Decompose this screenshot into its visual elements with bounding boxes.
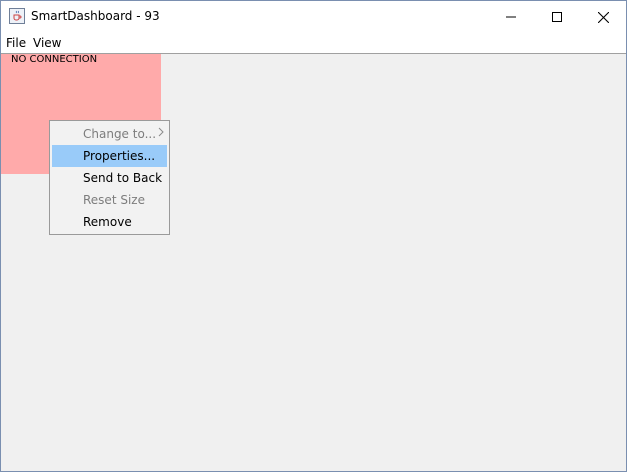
menu-item-send-to-back[interactable]: Send to Back <box>52 167 167 189</box>
menu-item-label: Remove <box>83 215 132 229</box>
menu-item-change-to[interactable]: Change to... <box>52 123 167 145</box>
close-icon <box>597 11 609 23</box>
menu-bar: File View <box>1 33 626 54</box>
window-title: SmartDashboard - 93 <box>31 9 160 23</box>
java-coffee-icon[interactable] <box>9 8 25 24</box>
menu-item-properties[interactable]: Properties... <box>52 145 167 167</box>
menu-view[interactable]: View <box>33 36 61 50</box>
maximize-icon <box>552 12 562 22</box>
minimize-icon <box>506 16 516 18</box>
menu-item-label: Reset Size <box>83 193 145 207</box>
menu-item-label: Properties... <box>83 149 156 163</box>
chevron-right-icon <box>158 127 164 137</box>
menu-item-reset-size[interactable]: Reset Size <box>52 189 167 211</box>
menu-item-label: Change to... <box>83 127 157 141</box>
menu-file[interactable]: File <box>6 36 26 50</box>
menu-item-remove[interactable]: Remove <box>52 211 167 233</box>
menu-item-label: Send to Back <box>83 171 163 185</box>
title-bar[interactable]: SmartDashboard - 93 <box>1 1 626 33</box>
smartdashboard-window: SmartDashboard - 93 File View NO CONNECT… <box>0 0 627 472</box>
maximize-button[interactable] <box>534 1 580 33</box>
connection-status-text: NO CONNECTION <box>11 54 98 65</box>
dashboard-canvas[interactable]: NO CONNECTION <box>1 54 626 471</box>
context-menu: Change to... Properties... Send to Back … <box>49 120 170 235</box>
minimize-button[interactable] <box>488 1 534 33</box>
close-button[interactable] <box>580 1 626 33</box>
